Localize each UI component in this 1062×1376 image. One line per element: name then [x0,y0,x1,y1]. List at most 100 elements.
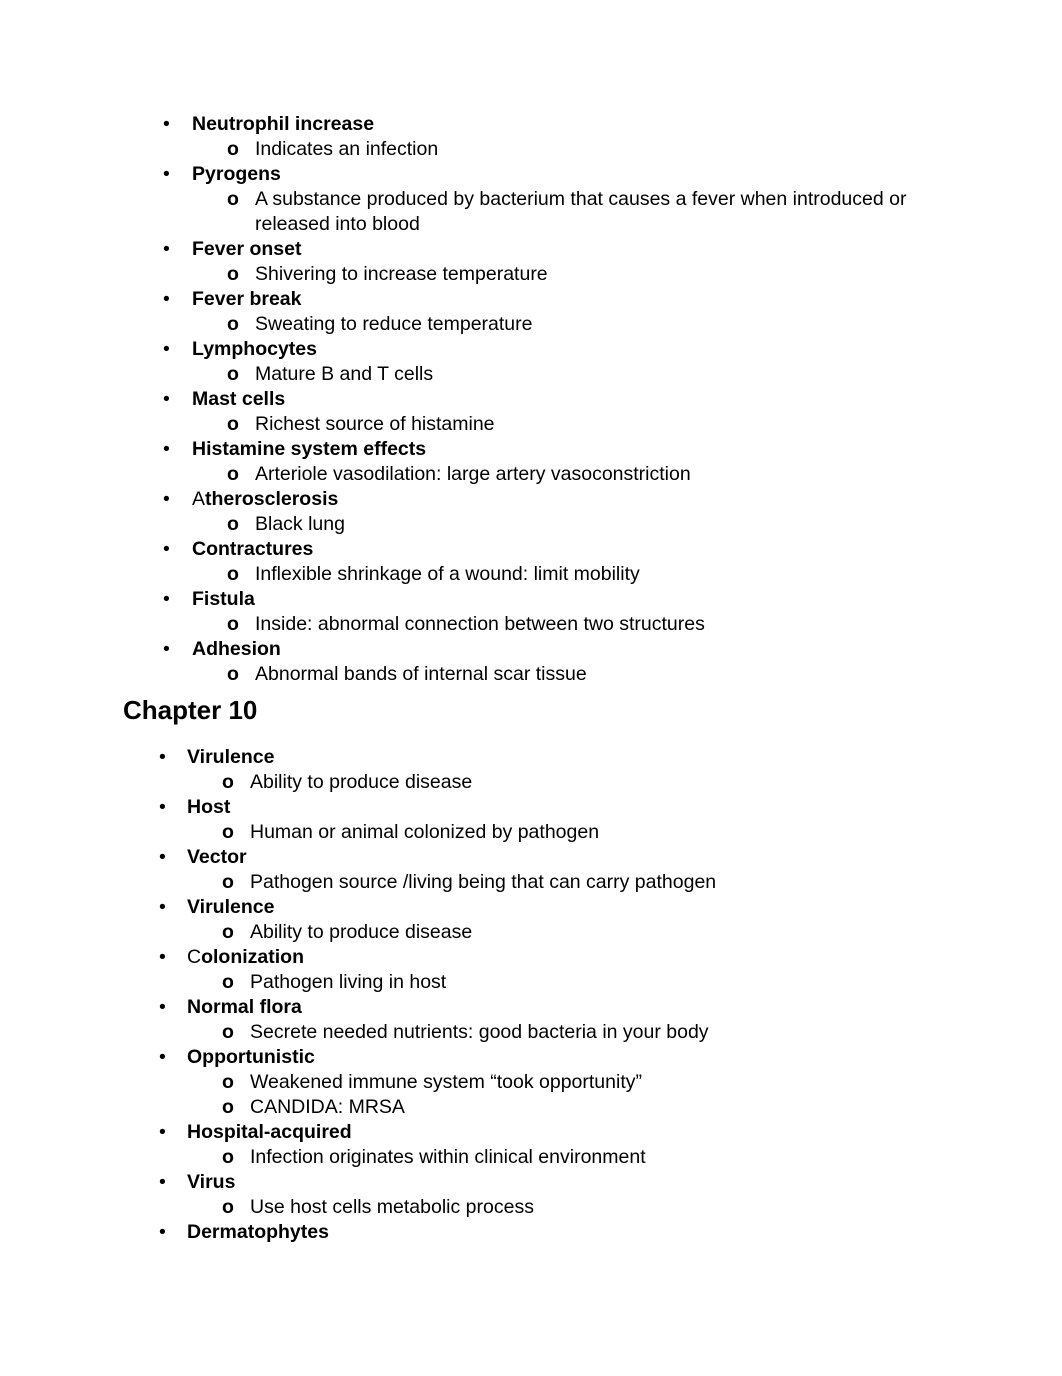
outline-detail-list: o Human or animal colonized by pathogen [159,820,1062,845]
outline-detail-text: CANDIDA: MRSA [250,1096,405,1118]
sub-bullet-icon: o [222,771,234,793]
outline-detail-text: Black lung [255,513,345,535]
outline-detail-text: A substance produced by bacterium that c… [255,188,907,235]
outline-detail-item: o Indicates an infection [163,137,1062,162]
bullet-icon: • [163,338,170,360]
sub-bullet-icon: o [227,313,239,335]
outline-term-item: • Pyrogens [163,162,1062,187]
bullet-icon: • [159,796,166,818]
outline-term-label: Lymphocytes [192,338,317,360]
outline-term-label: Dermatophytes [187,1221,329,1243]
outline-detail-item: o CANDIDA: MRSA [159,1095,1062,1120]
sub-bullet-icon: o [222,821,234,843]
outline-detail-text: Pathogen living in host [250,971,447,993]
outline-term-item: • Fever onset [163,237,1062,262]
outline-term-item: • Virus [159,1170,1062,1195]
sub-bullet-icon: o [222,1196,234,1218]
outline-term-item: • Atherosclerosis [163,487,1062,512]
bullet-icon: • [163,438,170,460]
outline-detail-list: o Mature B and T cells [163,362,1062,387]
outline-term-label: Virulence [187,746,275,768]
bullet-icon: • [159,1046,166,1068]
outline-term-item: • Normal flora [159,995,1062,1020]
outline-detail-text: Ability to produce disease [250,921,473,943]
sub-bullet-icon: o [222,1096,234,1118]
document-body: • Neutrophil increase o Indicates an infect… [0,112,1062,1245]
sub-bullet-icon: o [227,188,239,210]
outline-term-item: • Adhesion [163,637,1062,662]
bullet-icon: • [159,846,166,868]
outline-term-label: Neutrophil increase [192,113,375,135]
outline-detail-text: Use host cells metabolic process [250,1196,534,1218]
outline-detail-item: o Secrete needed nutrients: good bacteria… [159,1020,1062,1045]
sub-bullet-icon: o [222,1071,234,1093]
outline-term-label: Virus [187,1171,236,1193]
outline-term-label: olonization [201,946,304,968]
outline-detail-list: o Shivering to increase temperature [163,262,1062,287]
sub-bullet-icon: o [227,138,239,160]
bullet-icon: • [163,163,170,185]
outline-detail-text: Arteriole vasodilation: large artery vas… [255,463,691,485]
outline-detail-text: Sweating to reduce temperature [255,313,533,335]
outline-detail-item: o Shivering to increase temperature [163,262,1062,287]
bullet-icon: • [163,588,170,610]
bullet-icon: • [163,288,170,310]
outline-list-chapter-9: • Neutrophil increase o Indicates an infect… [0,112,1062,687]
outline-detail-text: Indicates an infection [255,138,439,160]
outline-detail-list: o Abnormal bands of internal scar tissue [163,662,1062,687]
bullet-icon: • [163,638,170,660]
outline-term-label: Contractures [192,538,314,560]
outline-detail-item: o Inside: abnormal connection between two… [163,612,1062,637]
outline-detail-item: o A substance produced by bacterium that … [163,187,1062,237]
sub-bullet-icon: o [222,1146,234,1168]
outline-term-label: Fistula [192,588,255,610]
bullet-icon: • [163,388,170,410]
outline-detail-item: o Arteriole vasodilation: large artery va… [163,462,1062,487]
outline-term-item: • Contractures [163,537,1062,562]
outline-detail-item: o Use host cells metabolic process [159,1195,1062,1220]
outline-term-item: • Neutrophil increase [163,112,1062,137]
outline-term-label: Fever break [192,288,302,310]
sub-bullet-icon: o [227,463,239,485]
outline-detail-text: Ability to produce disease [250,771,473,793]
outline-detail-item: o Infection originates within clinical en… [159,1145,1062,1170]
bullet-icon: • [159,996,166,1018]
outline-list-chapter-10: • Virulence o Ability to produce disease • Ho… [0,745,1062,1245]
outline-detail-list: o Ability to produce disease [159,770,1062,795]
outline-term-item: • Host [159,795,1062,820]
outline-detail-text: Shivering to increase temperature [255,263,548,285]
outline-detail-list: o Ability to produce disease [159,920,1062,945]
outline-detail-text: Weakened immune system “took opportunity… [250,1071,642,1093]
bullet-icon: • [159,1221,166,1243]
outline-term-label: Vector [187,846,247,868]
sub-bullet-icon: o [227,513,239,535]
outline-detail-text: Infection originates within clinical env… [250,1146,646,1168]
outline-term-item: • Dermatophytes [159,1220,1062,1245]
sub-bullet-icon: o [227,263,239,285]
outline-term-label: Virulence [187,896,275,918]
sub-bullet-icon: o [222,921,234,943]
outline-detail-text: Pathogen source /living being that can c… [250,871,717,893]
outline-term-label: Host [187,796,231,818]
page-title-chapter-10: Chapter 10 [123,695,258,725]
sub-bullet-icon: o [227,363,239,385]
outline-detail-list: o Pathogen living in host [159,970,1062,995]
outline-detail-item: o Black lung [163,512,1062,537]
outline-detail-item: o Ability to produce disease [159,770,1062,795]
outline-detail-item: o Richest source of histamine [163,412,1062,437]
outline-term-lead-letter: C [187,946,202,968]
outline-detail-text: Human or animal colonized by pathogen [250,821,600,843]
outline-detail-list: o Arteriole vasodilation: large artery va… [163,462,1062,487]
document-page: • Neutrophil increase o Indicates an infect… [0,0,1062,1376]
outline-term-item: • Fistula [163,587,1062,612]
outline-term-item: • Virulence [159,895,1062,920]
outline-term-item: • Vector [159,845,1062,870]
outline-detail-text: Inflexible shrinkage of a wound: limit m… [255,563,640,585]
outline-term-label: therosclerosis [205,488,339,510]
outline-term-label: Adhesion [192,638,281,660]
bullet-icon: • [159,946,166,968]
outline-term-item: • Lymphocytes [163,337,1062,362]
sub-bullet-icon: o [227,563,239,585]
outline-term-label: Hospital-acquired [187,1121,352,1143]
sub-bullet-icon: o [227,613,239,635]
